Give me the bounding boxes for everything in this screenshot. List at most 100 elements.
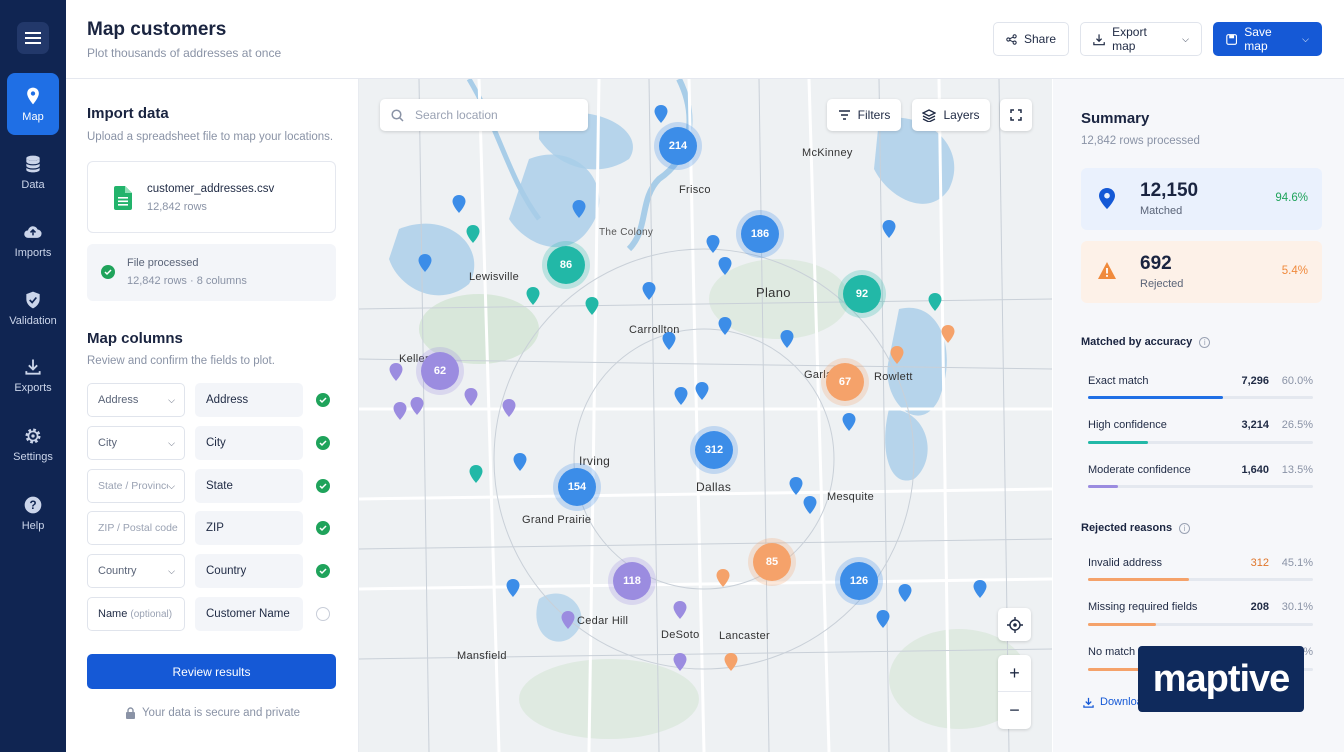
map-cluster[interactable]: 85 — [753, 543, 791, 581]
column-select-address[interactable]: Address ⌵ — [87, 383, 185, 417]
check-icon — [101, 265, 115, 279]
map-cluster[interactable]: 92 — [843, 275, 881, 313]
info-icon[interactable]: i — [1199, 336, 1211, 348]
row-pct: 45.1% — [1281, 557, 1313, 569]
search-icon — [391, 108, 404, 122]
fullscreen-icon — [1010, 109, 1022, 121]
city-label: Carrollton — [629, 324, 680, 336]
nav-item-help[interactable]: ? Help — [7, 482, 59, 544]
layers-button[interactable]: Layers — [912, 99, 990, 131]
reasons-title: Rejected reasons — [1081, 522, 1173, 534]
share-button[interactable]: Share — [993, 22, 1069, 56]
map-cluster[interactable]: 86 — [547, 246, 585, 284]
map-canvas[interactable]: Search location Filters Layers + − McKin… — [359, 79, 1052, 752]
map-pin-icon — [27, 87, 39, 104]
column-select-city[interactable]: City ⌵ — [87, 426, 185, 460]
map-cluster[interactable]: 214 — [659, 127, 697, 165]
cloud-upload-icon — [24, 225, 42, 238]
accuracy-bar — [1088, 485, 1313, 488]
download-icon — [25, 359, 41, 375]
field-city: City — [195, 426, 303, 460]
column-select-name[interactable]: Name (optional) — [87, 597, 185, 631]
locate-button[interactable] — [998, 608, 1031, 641]
rejected-value: 692 — [1140, 253, 1172, 274]
menu-icon[interactable] — [17, 22, 49, 54]
row-pct: 26.5% — [1281, 419, 1313, 431]
nav-label: Data — [21, 178, 45, 191]
field-zip: ZIP — [195, 511, 303, 545]
map-cluster[interactable]: 126 — [840, 562, 878, 600]
summary-title: Summary — [1081, 110, 1150, 127]
city-label: DeSoto — [661, 629, 700, 641]
rejected-card: 692 Rejected 5.4% — [1081, 241, 1322, 303]
filter-icon — [838, 110, 850, 120]
nav-item-settings[interactable]: Settings — [7, 413, 59, 475]
bar-fill — [1088, 485, 1119, 488]
select-value: State / Province — [98, 480, 173, 492]
check-icon — [316, 521, 330, 535]
row-pct: 30.1% — [1281, 601, 1313, 613]
save-map-button[interactable]: Save map ⌵ — [1213, 22, 1322, 56]
matched-pct: 94.6% — [1275, 192, 1308, 204]
select-value: Address — [98, 394, 139, 406]
filters-button[interactable]: Filters — [827, 99, 901, 131]
shield-check-icon — [26, 291, 40, 308]
city-label: Plano — [756, 285, 791, 300]
row-label: Invalid address — [1088, 557, 1162, 569]
check-icon — [316, 564, 330, 578]
city-label: Dallas — [696, 480, 732, 494]
gear-icon — [25, 428, 41, 443]
map-cluster[interactable]: 118 — [613, 562, 651, 600]
map-cluster[interactable]: 312 — [695, 431, 733, 469]
import-subtitle: Upload a spreadsheet file to map your lo… — [87, 131, 334, 143]
layers-icon — [922, 108, 937, 122]
page-title: Map customers — [87, 19, 227, 40]
page-header: Map customers Plot thousands of addresse… — [66, 0, 1344, 79]
chevron-down-icon: ⌵ — [168, 481, 175, 492]
warning-icon — [1098, 262, 1116, 279]
export-map-button[interactable]: Export map ⌵ — [1080, 22, 1202, 56]
map-cluster[interactable]: 67 — [826, 363, 864, 401]
nav-label: Help — [21, 519, 45, 532]
row-value: 1,640 — [1241, 464, 1269, 476]
nav-item-validation[interactable]: Validation — [7, 277, 59, 339]
bar-fill — [1088, 441, 1148, 444]
save-label: Save map — [1244, 25, 1272, 53]
map-search[interactable]: Search location — [380, 99, 588, 131]
zoom-out-button[interactable]: − — [998, 692, 1031, 729]
city-label: Irving — [579, 454, 611, 468]
check-icon — [316, 393, 330, 407]
review-results-button[interactable]: Review results — [87, 654, 336, 689]
zoom-in-button[interactable]: + — [998, 655, 1031, 692]
file-rows: 12,842 rows — [147, 201, 207, 213]
layers-label: Layers — [943, 108, 980, 122]
chevron-down-icon: ⌵ — [168, 566, 175, 576]
map-cluster[interactable]: 62 — [421, 352, 459, 390]
column-select-country[interactable]: Country ⌵ — [87, 554, 185, 588]
columns-subtitle: Review and confirm the fields to plot. — [87, 355, 275, 367]
file-card[interactable]: customer_addresses.csv 12,842 rows — [87, 161, 336, 233]
rejected-pct: 5.4% — [1281, 265, 1308, 277]
fullscreen-button[interactable] — [1000, 99, 1032, 131]
unchecked-icon — [316, 607, 330, 621]
reason-bar — [1088, 578, 1313, 581]
info-icon[interactable]: i — [1179, 522, 1191, 534]
city-label: The Colony — [599, 227, 654, 238]
city-label: Mansfield — [457, 650, 507, 662]
map-cluster[interactable]: 154 — [558, 468, 596, 506]
optional-tag: (optional) — [130, 608, 173, 620]
help-icon: ? — [24, 496, 42, 513]
nav-item-data[interactable]: Data — [7, 141, 59, 203]
nav-rail: Map Data Imports Validation Exports Sett… — [0, 0, 66, 752]
reason-bar — [1088, 623, 1313, 626]
nav-item-exports[interactable]: Exports — [7, 344, 59, 406]
column-select-zip[interactable]: ZIP / Postal code — [87, 511, 185, 545]
map-cluster[interactable]: 186 — [741, 215, 779, 253]
field-customer-name: Customer Name — [195, 597, 303, 631]
search-placeholder: Search location — [415, 108, 498, 122]
nav-item-map[interactable]: Map — [7, 73, 59, 135]
column-select-state[interactable]: State / Province ⌵ — [87, 469, 185, 503]
reason-row: Invalid address 312 45.1% — [1088, 557, 1313, 569]
nav-item-imports[interactable]: Imports — [7, 209, 59, 271]
row-label: Missing required fields — [1088, 601, 1198, 613]
